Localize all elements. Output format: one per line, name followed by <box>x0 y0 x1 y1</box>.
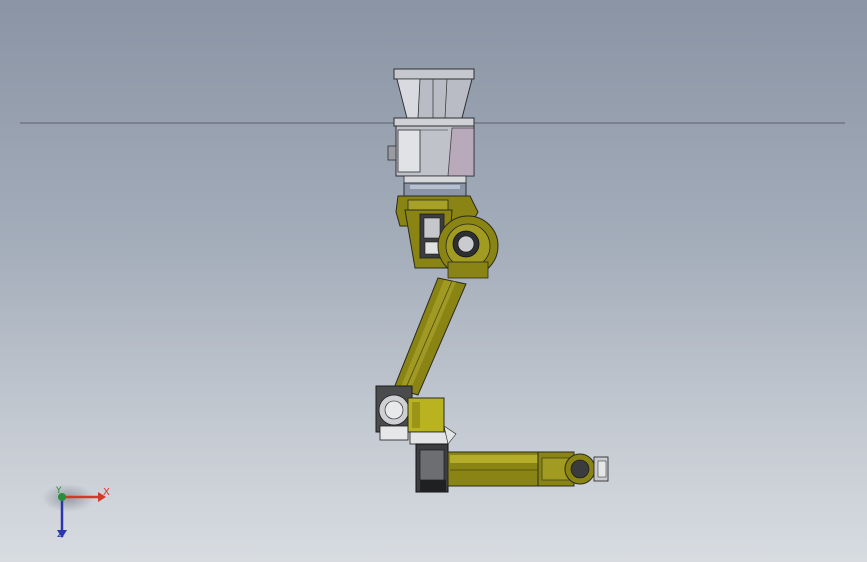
upper-arm-link[interactable] <box>393 277 467 396</box>
robot-base[interactable] <box>387 68 475 197</box>
model-canvas[interactable] <box>0 0 867 562</box>
forearm-link[interactable] <box>447 451 596 487</box>
wrist-motor[interactable] <box>415 443 449 493</box>
z-axis-label: Z <box>57 529 64 540</box>
wrist-flange[interactable] <box>593 456 609 482</box>
cad-viewport[interactable]: X Y Z <box>0 0 867 562</box>
coordinate-triad <box>42 484 106 538</box>
shoulder-joint[interactable] <box>395 195 499 279</box>
y-axis-label: Y <box>56 486 62 496</box>
x-axis-label: X <box>103 487 110 498</box>
